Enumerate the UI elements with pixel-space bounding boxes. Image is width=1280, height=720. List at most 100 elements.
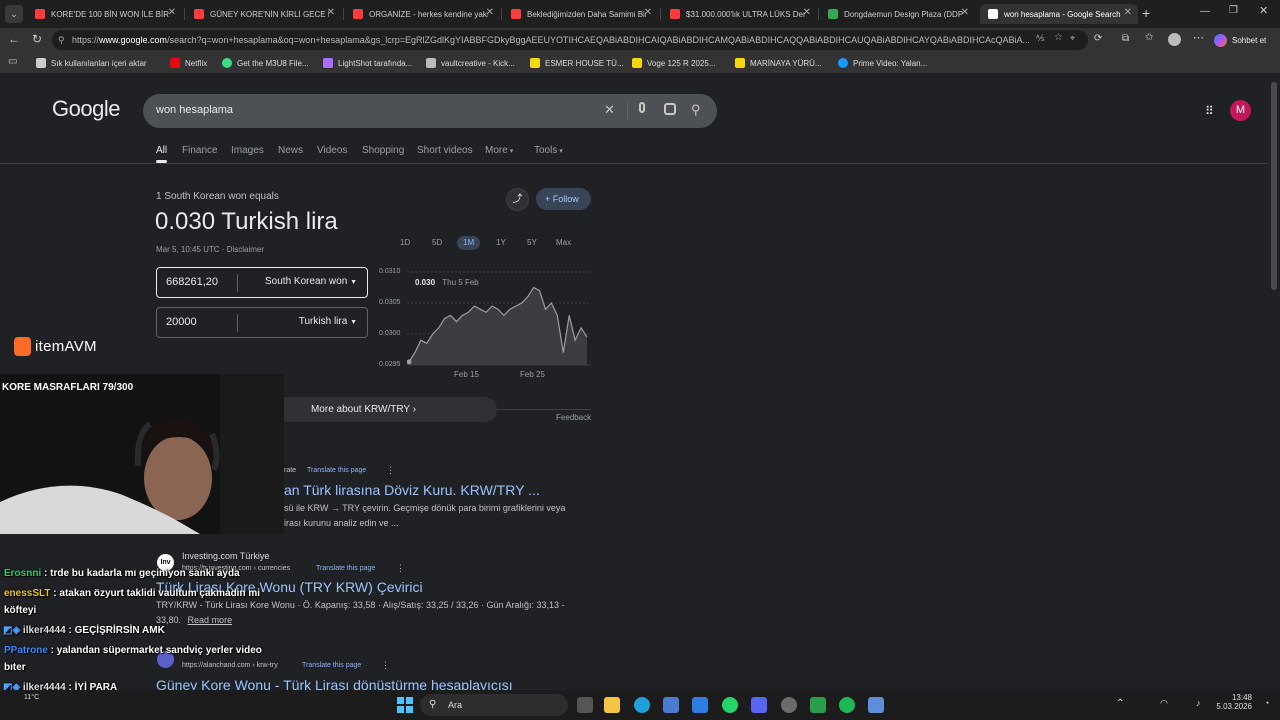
split-screen-icon[interactable]: ⧉ [1122, 33, 1129, 44]
browser-tab[interactable]: GÜNEY KORE'NİN KİRLİ GECE HAYA✕ [186, 4, 341, 24]
disclaimer-link[interactable]: Disclaimer [227, 245, 264, 254]
tab-close-icon[interactable]: ✕ [1124, 7, 1132, 18]
extensions-icon[interactable]: ⟳ [1094, 33, 1102, 44]
close-window-button[interactable]: ✕ [1259, 4, 1268, 17]
tray-chevron-icon[interactable]: ⌃ [1116, 698, 1124, 709]
bookmark-item[interactable]: Sık kullanılanları içeri aktar [36, 55, 147, 71]
browser-tab[interactable]: ORGANİZE - herkes kendine yakışa ✕ [345, 4, 500, 24]
to-currency-row[interactable]: 20000 Turkish lira ▼ [156, 307, 368, 338]
range-1m[interactable]: 1M [457, 236, 481, 250]
lens-icon[interactable] [664, 103, 676, 115]
new-tab-button[interactable]: + [1142, 5, 1150, 21]
bookmark-item[interactable]: Netflix [170, 55, 207, 71]
weather-widget[interactable]: 11°C [24, 694, 39, 701]
clock[interactable]: 13:48 5.03.2026 [1216, 693, 1252, 711]
google-logo[interactable]: Google [52, 96, 120, 122]
clear-icon[interactable]: ✕ [604, 102, 615, 118]
tab-close-icon[interactable]: ✕ [803, 7, 811, 18]
store-icon[interactable] [663, 697, 679, 713]
kebab-menu-icon[interactable]: ⋮ [396, 563, 405, 574]
site-info-icon[interactable]: ⚲ [58, 30, 65, 50]
bookmark-item[interactable]: LightShot tarafında... [323, 55, 412, 71]
mic-icon[interactable] [639, 102, 645, 113]
discord-icon[interactable] [751, 697, 767, 713]
range-max[interactable]: Max [550, 236, 577, 250]
search-tab-news[interactable]: News [278, 145, 303, 156]
result-3-translate[interactable]: Translate this page [302, 662, 361, 669]
maximize-button[interactable]: ❐ [1229, 5, 1238, 16]
range-5y[interactable]: 5Y [521, 236, 543, 250]
edge-icon[interactable] [634, 697, 650, 713]
translate-icon[interactable]: ⅍ [1036, 33, 1045, 43]
start-button[interactable] [397, 697, 413, 713]
follow-button[interactable]: + Follow [536, 188, 591, 210]
search-tab-images[interactable]: Images [231, 145, 264, 156]
from-amount-input[interactable]: 668261,20 [166, 276, 218, 288]
steam-icon[interactable] [781, 697, 797, 713]
sidebar-toggle-icon[interactable]: ▭ [8, 56, 17, 67]
file-explorer-icon[interactable] [604, 697, 620, 713]
refresh-icon[interactable]: ↻ [32, 32, 42, 46]
kebab-menu-icon[interactable]: ⋮ [386, 465, 395, 476]
search-input[interactable]: won hesaplama [156, 104, 233, 116]
bookmark-item[interactable]: vaultcreative - Kick... [426, 55, 515, 71]
bookmark-item[interactable]: MARİNAYA YÜRÜ... [735, 55, 822, 71]
from-currency-row[interactable]: 668261,20 South Korean won ▼ [156, 267, 368, 298]
tab-close-icon[interactable]: ✕ [961, 7, 969, 18]
share-button[interactable]: ⤴ [506, 188, 529, 211]
range-1d[interactable]: 1D [394, 236, 416, 250]
bookmark-item[interactable]: ESMER HOUSE TÜ... [530, 55, 624, 71]
location-icon[interactable]: ⌖ [1070, 33, 1075, 44]
range-1y[interactable]: 1Y [490, 236, 512, 250]
result-2-translate[interactable]: Translate this page [316, 565, 375, 572]
page-scrollbar[interactable] [1268, 74, 1280, 690]
range-5d[interactable]: 5D [426, 236, 448, 250]
task-view-icon[interactable] [577, 697, 593, 713]
apps-grid-icon[interactable]: ⠿ [1205, 104, 1214, 118]
spotify-icon[interactable] [839, 697, 855, 713]
menu-icon[interactable]: ⋯ [1193, 31, 1204, 44]
feedback-link[interactable]: Feedback [556, 413, 591, 422]
to-amount-input[interactable]: 20000 [166, 316, 197, 328]
search-tab-finance[interactable]: Finance [182, 145, 218, 156]
network-icon[interactable]: ◠ [1160, 698, 1168, 709]
tab-close-icon[interactable]: ✕ [486, 7, 494, 18]
search-box[interactable]: won hesaplama ✕ ⚲ [143, 94, 717, 128]
tab-close-icon[interactable]: ✕ [644, 7, 652, 18]
xbox-icon[interactable] [810, 697, 826, 713]
browser-tab[interactable]: $31.000.000'lık ULTRA LÜKS Deniz ✕ [662, 4, 817, 24]
search-tab-videos[interactable]: Videos [317, 145, 347, 156]
url-field[interactable]: ⚲ https://www.google.com/search?q=won+he… [52, 30, 1088, 50]
result-1-title[interactable]: an Türk lirasına Döviz Kuru. KRW/TRY ... [284, 482, 540, 498]
favorites-icon[interactable]: ✩ [1145, 32, 1153, 43]
result-3-title[interactable]: Güney Kore Wonu - Türk Lirası dönüştürme… [156, 677, 513, 690]
copilot-button[interactable]: Sohbet et [1214, 31, 1266, 49]
volume-icon[interactable]: ♪ [1196, 698, 1201, 708]
profile-avatar[interactable] [1168, 33, 1181, 46]
to-currency-select[interactable]: Turkish lira ▼ [299, 316, 357, 327]
whatsapp-icon[interactable] [722, 697, 738, 713]
tab-close-icon[interactable]: ✕ [168, 7, 176, 18]
browser-tab[interactable]: KORE'DE 100 BİN WON İLE BİR GÜ✕ [27, 4, 182, 24]
notification-icon[interactable]: ◔ [1264, 698, 1269, 708]
read-more-link[interactable]: Read more [188, 615, 233, 625]
browser-tab[interactable]: Beklediğimizden Daha Samimi Bir ✕ [503, 4, 658, 24]
bookmark-item[interactable]: Get the M3U8 File... [222, 55, 309, 71]
browser-tab[interactable]: Dongdaemun Design Plaza (DDP) ✕ [820, 4, 975, 24]
taskbar-search[interactable]: ⚲ Ara [420, 694, 568, 716]
vpn-icon[interactable] [868, 697, 884, 713]
result-1-translate[interactable]: Translate this page [307, 467, 366, 474]
back-icon[interactable]: ← [8, 32, 20, 46]
outlook-icon[interactable] [692, 697, 708, 713]
minimize-button[interactable]: — [1200, 6, 1210, 17]
search-icon[interactable]: ⚲ [691, 102, 701, 118]
kebab-menu-icon[interactable]: ⋮ [381, 660, 390, 671]
search-tab-short-videos[interactable]: Short videos [417, 145, 473, 156]
search-tab-shopping[interactable]: Shopping [362, 145, 404, 156]
account-avatar[interactable]: M [1230, 100, 1251, 121]
from-currency-select[interactable]: South Korean won ▼ [265, 276, 357, 287]
tab-list-button[interactable]: ⌄ [5, 5, 23, 23]
tab-close-icon[interactable]: ✕ [327, 7, 335, 18]
bookmark-item[interactable]: Voge 125 R 2025... [632, 55, 716, 71]
browser-tab[interactable]: won hesaplama - Google Search ✕ [980, 4, 1138, 24]
